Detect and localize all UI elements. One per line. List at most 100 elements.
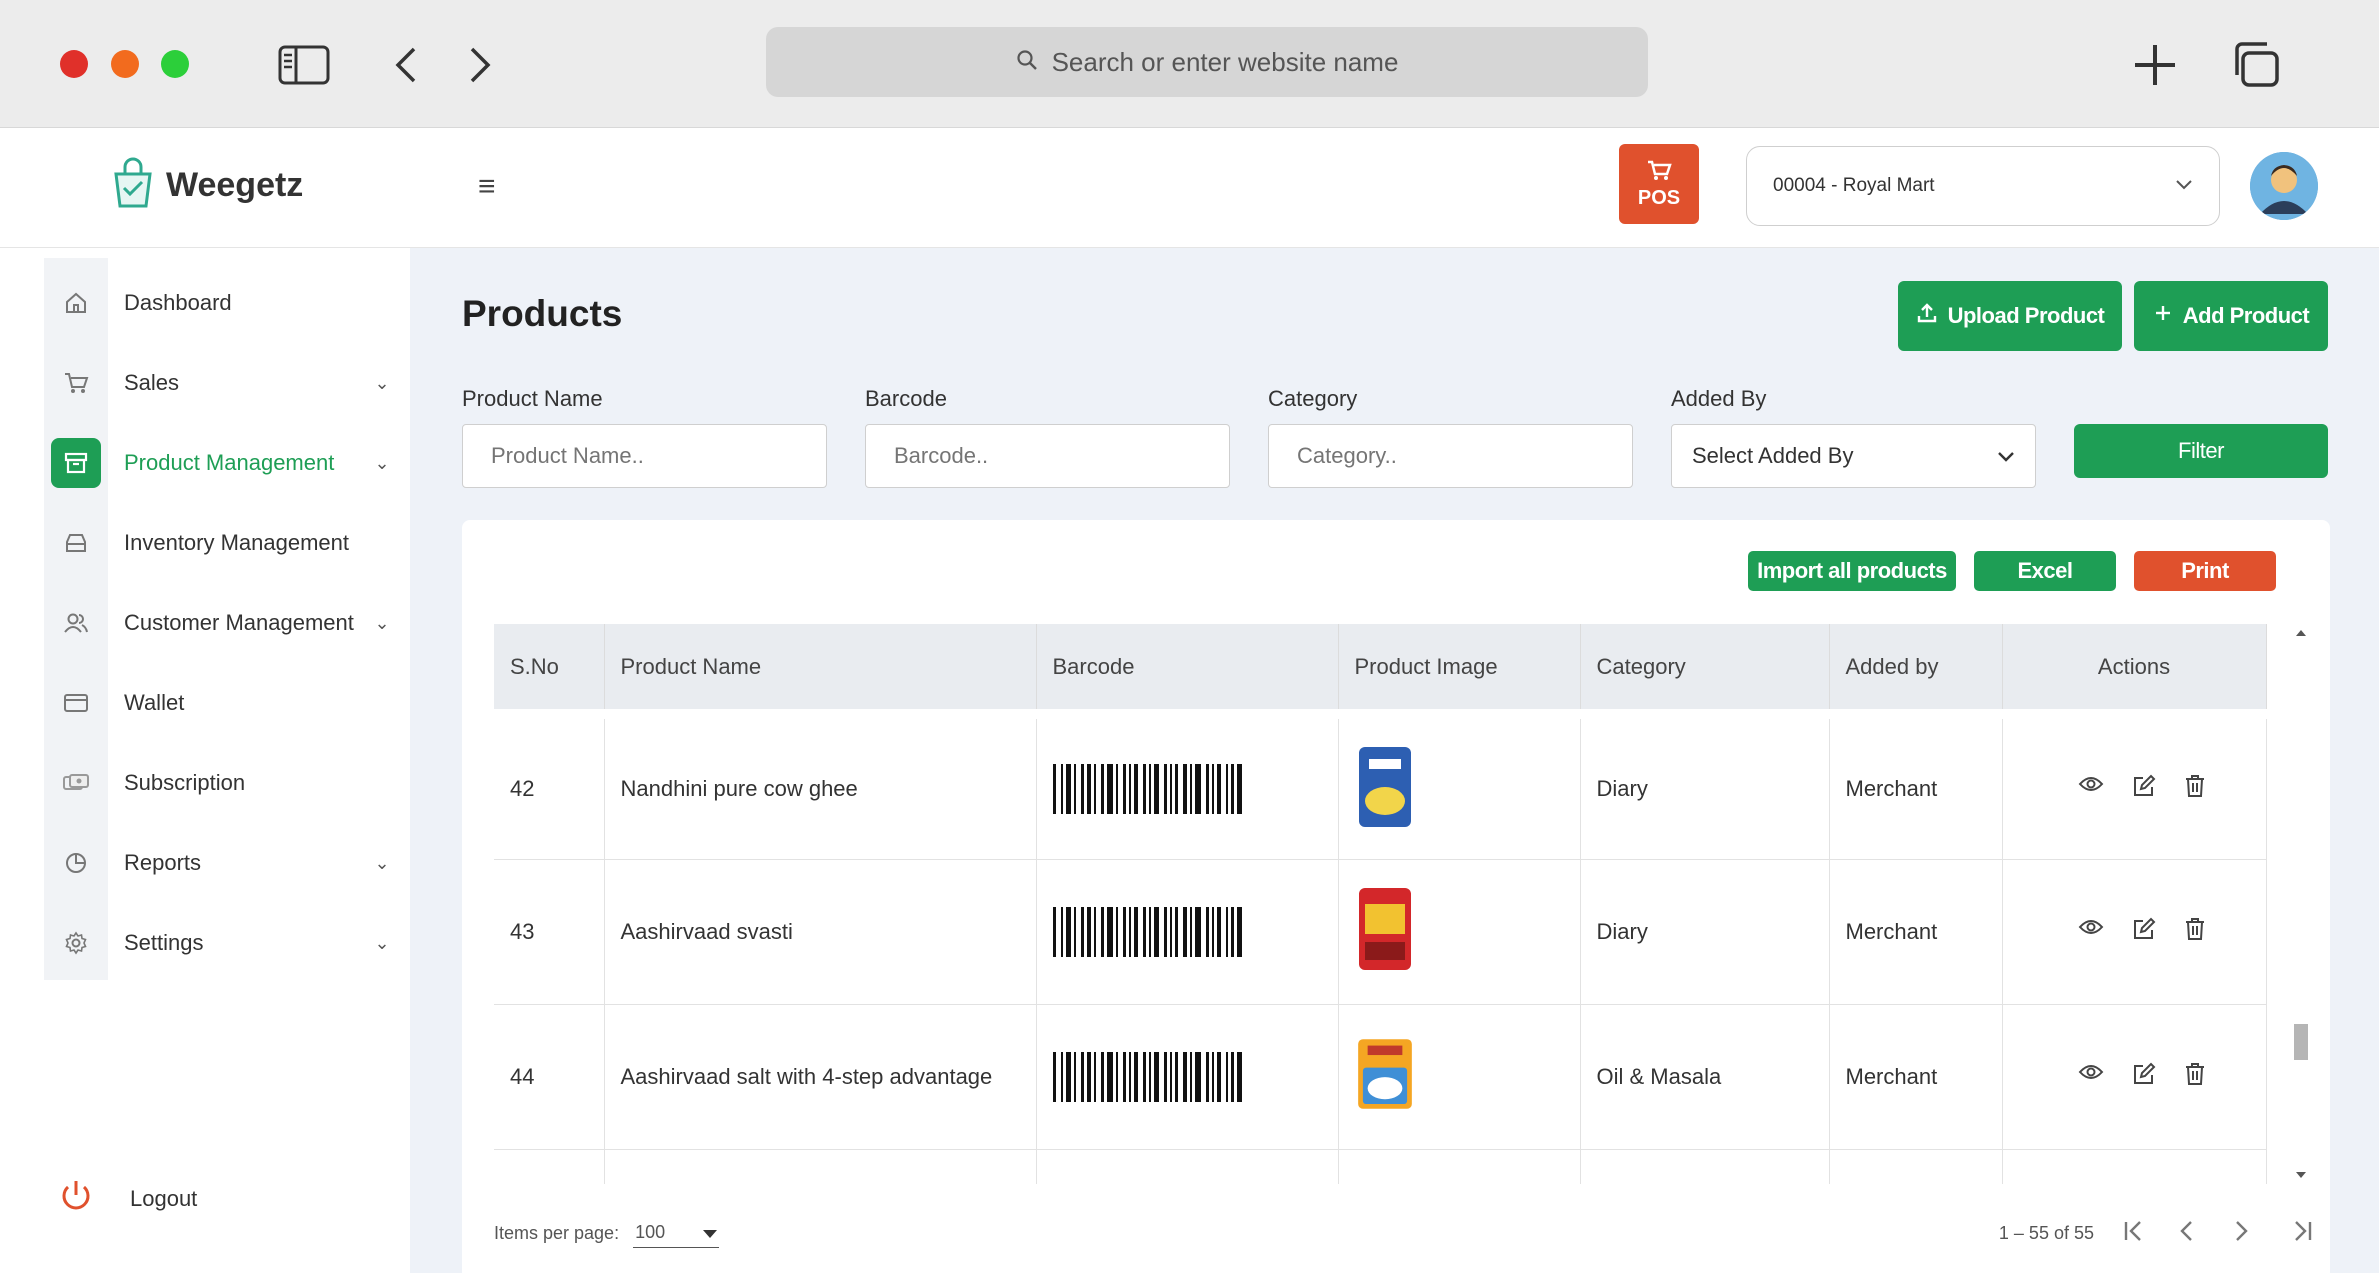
barcode-stripe xyxy=(1052,1051,1056,1102)
barcode-stripe xyxy=(1093,763,1096,814)
product-name-input[interactable] xyxy=(462,424,827,488)
barcode-stripe xyxy=(1060,763,1063,814)
column-header-product-image[interactable]: Product Image xyxy=(1338,624,1581,714)
sidebar-item-inventory-management[interactable]: Inventory Management xyxy=(44,508,394,578)
cell-barcode xyxy=(1036,1004,1339,1150)
barcode-stripe xyxy=(1080,763,1084,814)
table-row: 44 Aashirvaad salt with 4-step advantage… xyxy=(494,1004,2267,1150)
excel-button[interactable]: Excel xyxy=(1974,551,2116,591)
add-product-button[interactable]: Add Product xyxy=(2134,281,2328,351)
chevron-down-icon: ⌄ xyxy=(374,932,390,953)
maximize-window-button[interactable] xyxy=(161,50,189,78)
barcode-stripe xyxy=(1073,906,1076,957)
upload-product-button[interactable]: Upload Product xyxy=(1898,281,2122,351)
added-by-select[interactable]: Select Added By xyxy=(1671,424,2036,488)
product-image-salt xyxy=(1357,1038,1412,1109)
edit-icon[interactable] xyxy=(2132,917,2156,947)
pos-button[interactable]: POS xyxy=(1619,144,1699,224)
last-page-icon[interactable] xyxy=(2290,1220,2314,1247)
sidebar-item-reports[interactable]: Reports ⌄ xyxy=(44,828,394,898)
caret-down-icon xyxy=(703,1222,718,1243)
barcode-stripe xyxy=(1211,906,1214,957)
cell-product-image xyxy=(1338,709,1581,860)
chevron-down-icon: ⌄ xyxy=(374,852,390,873)
barcode-input[interactable] xyxy=(865,424,1230,488)
column-header-actions: Actions xyxy=(2002,624,2267,714)
barcode-stripe xyxy=(1216,1051,1221,1102)
minimize-window-button[interactable] xyxy=(111,50,139,78)
delete-icon[interactable] xyxy=(2184,1062,2206,1092)
edit-icon[interactable] xyxy=(2132,774,2156,804)
sidebar-item-customer-management[interactable]: Customer Management ⌄ xyxy=(44,588,394,658)
product-image-svasti xyxy=(1358,887,1411,970)
category-input[interactable] xyxy=(1268,424,1633,488)
barcode-stripe xyxy=(1230,906,1234,957)
box-icon xyxy=(51,438,101,488)
next-page-icon[interactable] xyxy=(2234,1220,2250,1247)
barcode-stripe xyxy=(1128,906,1131,957)
close-window-button[interactable] xyxy=(60,50,88,78)
store-select[interactable]: 00004 - Royal Mart xyxy=(1746,146,2220,226)
column-header-added-by[interactable]: Added by xyxy=(1829,624,2003,714)
back-icon[interactable] xyxy=(386,40,426,90)
print-button[interactable]: Print xyxy=(2134,551,2276,591)
cell-barcode xyxy=(1036,709,1339,860)
table-scrollbar[interactable] xyxy=(2292,624,2310,1184)
logout-button[interactable]: Logout xyxy=(58,1178,197,1220)
column-header-sno[interactable]: S.No xyxy=(494,624,605,714)
barcode-stripe xyxy=(1163,906,1167,957)
import-all-products-button[interactable]: Import all products xyxy=(1748,551,1956,591)
barcode-stripe xyxy=(1174,906,1178,957)
column-header-product-name[interactable]: Product Name xyxy=(604,624,1037,714)
cell-actions xyxy=(2002,859,2267,1005)
reports-icon xyxy=(44,828,108,898)
view-icon[interactable] xyxy=(2078,917,2104,947)
sidebar-item-product-management[interactable]: Product Management ⌄ xyxy=(44,428,394,498)
products-table: S.No Product Name Barcode Product Image … xyxy=(494,624,2267,1184)
delete-icon[interactable] xyxy=(2184,917,2206,947)
view-icon[interactable] xyxy=(2078,1062,2104,1092)
product-image-ghee xyxy=(1358,746,1411,827)
first-page-icon[interactable] xyxy=(2122,1220,2146,1247)
sidebar-item-label: Customer Management xyxy=(124,610,354,635)
items-per-page-select[interactable]: 100 xyxy=(633,1218,720,1248)
edit-icon[interactable] xyxy=(2132,1062,2156,1092)
sidebar-item-settings[interactable]: Settings ⌄ xyxy=(44,908,394,978)
delete-icon[interactable] xyxy=(2184,774,2206,804)
barcode-stripe xyxy=(1182,763,1187,814)
view-icon[interactable] xyxy=(2078,774,2104,804)
barcode-stripe xyxy=(1182,906,1187,957)
sidebar-item-wallet[interactable]: Wallet xyxy=(44,668,394,738)
barcode-stripe xyxy=(1100,1051,1104,1102)
barcode-stripe xyxy=(1169,763,1172,814)
products-card: Import all products Excel Print S.No Pro… xyxy=(462,520,2330,1273)
avatar[interactable] xyxy=(2250,152,2318,220)
address-bar[interactable]: Search or enter website name xyxy=(766,27,1648,97)
sidebar-item-dashboard[interactable]: Dashboard xyxy=(44,268,394,338)
new-tab-icon[interactable] xyxy=(2130,40,2180,90)
menu-icon[interactable]: ≡ xyxy=(478,170,496,204)
column-header-barcode[interactable]: Barcode xyxy=(1036,624,1339,714)
column-header-category[interactable]: Category xyxy=(1580,624,1830,714)
barcode-stripe xyxy=(1073,1051,1076,1102)
barcode-stripe xyxy=(1115,1051,1118,1102)
sidebar-toggle-icon[interactable] xyxy=(276,40,332,90)
forward-icon[interactable] xyxy=(460,40,500,90)
plus-icon xyxy=(2153,303,2173,329)
tabs-overview-icon[interactable] xyxy=(2230,40,2282,90)
cell-product-name: Aashirvaad svasti xyxy=(604,859,1037,1005)
cell-product-image xyxy=(1338,1004,1581,1150)
sidebar-item-subscription[interactable]: Subscription xyxy=(44,748,394,818)
sidebar-item-sales[interactable]: Sales ⌄ xyxy=(44,348,394,418)
barcode-stripe xyxy=(1128,1051,1131,1102)
logo[interactable]: Weegetz xyxy=(108,156,303,215)
previous-page-icon[interactable] xyxy=(2178,1220,2194,1247)
filter-button[interactable]: Filter xyxy=(2074,424,2328,478)
users-icon xyxy=(44,588,108,658)
barcode-stripe xyxy=(1182,1051,1187,1102)
cell-sno: 43 xyxy=(494,859,605,1005)
chevron-down-icon: ⌄ xyxy=(374,372,390,393)
barcode-stripe xyxy=(1133,1051,1138,1102)
barcode-stripe xyxy=(1060,906,1063,957)
products-table-container: S.No Product Name Barcode Product Image … xyxy=(494,624,2294,1184)
